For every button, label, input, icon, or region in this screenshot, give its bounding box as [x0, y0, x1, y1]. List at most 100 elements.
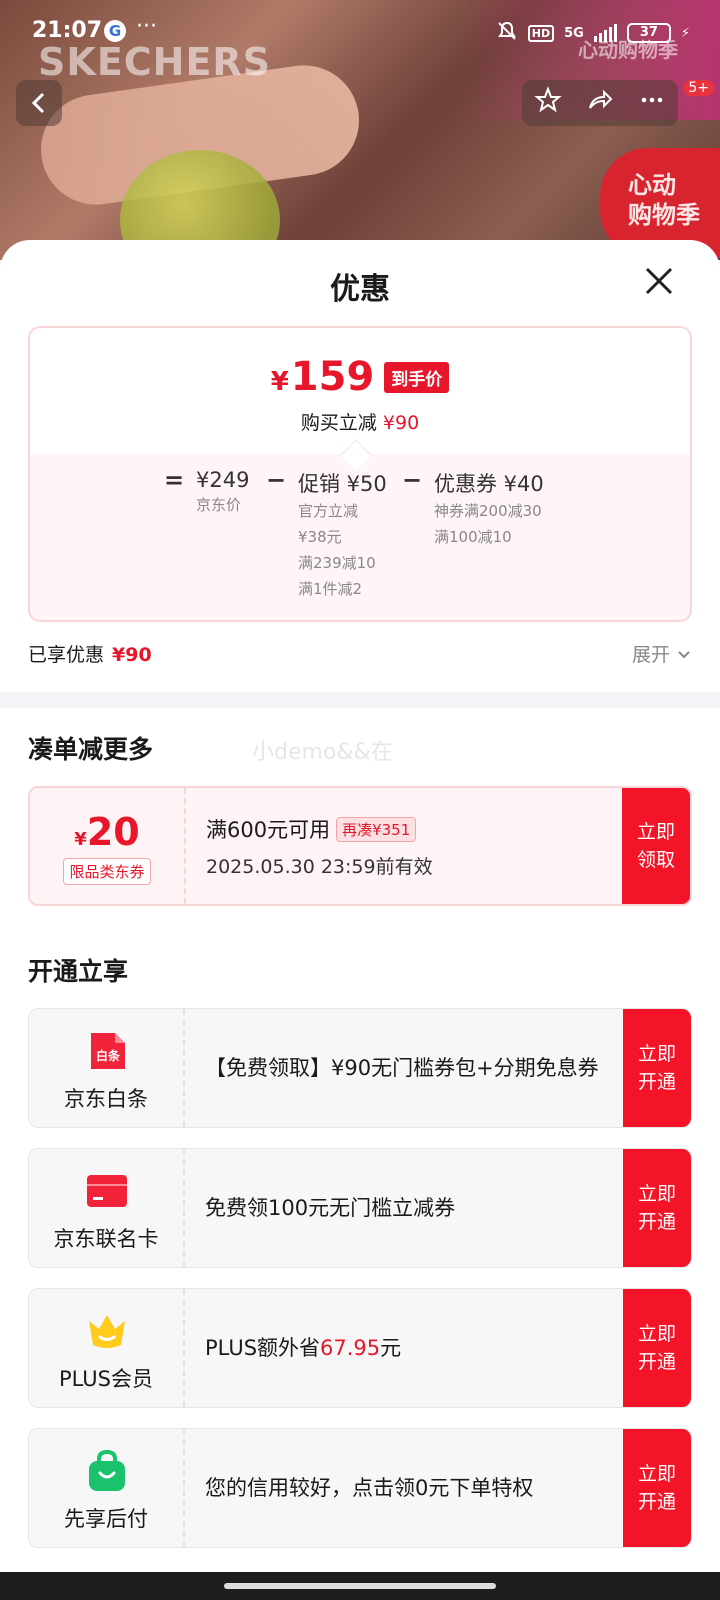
navigation-bar — [0, 1572, 720, 1600]
price-calc-area: = ¥249 京东价 − 促销 ¥50 官方立减 ¥38元 满239减10 满1… — [30, 454, 690, 620]
top-action-group — [522, 80, 678, 126]
coupon-info: 满600元可用 再凑¥351 2025.05.30 23:59前有效 — [206, 814, 433, 879]
open-button-label: 立即 开通 — [637, 1183, 676, 1233]
coupon-condition: 满600元可用 — [206, 818, 331, 842]
jd-price-block: ¥249 京东价 — [196, 468, 249, 518]
favorite-button[interactable] — [522, 86, 574, 120]
coupon-validity: 2025.05.30 23:59前有效 — [206, 856, 433, 878]
watermark-text: 小demo&&在 — [252, 740, 393, 765]
card-left: 先享后付 — [29, 1429, 185, 1547]
enjoyed-amount: ¥90 — [112, 644, 152, 666]
final-price-value: 159 — [290, 354, 375, 400]
coupon-detail: 神券满200减30 — [434, 502, 542, 520]
add-more-badge: 再凑¥351 — [336, 817, 417, 842]
close-icon[interactable] — [642, 264, 676, 298]
card-description: 您的信用较好，点击领0元下单特权 — [205, 1476, 534, 1500]
coupon-currency: ¥ — [74, 829, 87, 850]
promo-detail: 官方立减 — [298, 502, 359, 520]
equals-sign: = — [164, 466, 185, 494]
coupon-value-area: ¥20 限品类东券 — [30, 788, 186, 904]
coupon-condition-row: 满600元可用 再凑¥351 — [206, 814, 433, 844]
coupon-detail: 满100减10 — [434, 528, 512, 546]
credit-card-icon — [87, 1175, 127, 1207]
save-line: 购买立减 ¥90 — [30, 408, 690, 435]
coupon-type-badge: 限品类东券 — [63, 858, 151, 885]
enjoyed-label: 已享优惠 — [28, 644, 105, 666]
charging-icon: ⚡ — [680, 25, 690, 41]
star-icon — [534, 86, 562, 113]
card-left: PLUS会员 — [29, 1289, 185, 1407]
discount-sheet: 优惠 ¥159 到手价 购买立减 ¥90 = ¥249 京东价 − 促销 ¥50… — [0, 240, 720, 1600]
price-breakdown-card: ¥159 到手价 购买立减 ¥90 = ¥249 京东价 − 促销 ¥50 官方… — [28, 326, 692, 622]
open-button-label: 立即 开通 — [637, 1043, 676, 1093]
enjoyed-discount-row: 已享优惠 ¥90 展开 — [28, 640, 692, 667]
promo-detail: 满1件减2 — [298, 580, 363, 598]
event-watermark: 心动购物季 — [578, 38, 678, 62]
coupon-block: 优惠券 ¥40 神券满200减30 满100减10 — [434, 468, 544, 550]
promo-block: 促销 ¥50 官方立减 ¥38元 满239减10 满1件减2 — [298, 468, 387, 602]
store-coupon-card: ¥20 限品类东券 满600元可用 再凑¥351 2025.05.30 23:59… — [28, 786, 692, 906]
home-indicator[interactable] — [224, 1583, 496, 1589]
minus-sign-1: − — [266, 466, 287, 494]
shopping-bag-icon — [89, 1449, 125, 1491]
baitiao-icon: 白条 — [91, 1033, 125, 1069]
message-count-badge: 5+ — [683, 80, 714, 96]
pay-later-card: 先享后付 您的信用较好，点击领0元下单特权 立即 开通 — [28, 1428, 692, 1548]
claim-button-label: 立即 领取 — [636, 821, 675, 871]
hd-indicator: HD — [527, 24, 555, 42]
chevron-down-icon — [678, 651, 690, 659]
share-icon — [589, 89, 613, 109]
card-name: 京东联名卡 — [53, 1227, 159, 1251]
save-amount: ¥90 — [382, 412, 420, 434]
open-baitiao-button[interactable]: 立即 开通 — [623, 1009, 691, 1127]
sheet-title: 优惠 — [330, 272, 390, 307]
more-dots-icon — [641, 97, 663, 103]
final-price-tag: 到手价 — [384, 361, 450, 393]
expand-button[interactable]: 展开 — [632, 640, 692, 667]
open-button-label: 立即 开通 — [637, 1463, 676, 1513]
expand-label: 展开 — [631, 644, 670, 666]
plus-desc-suffix: 元 — [380, 1336, 402, 1360]
card-name: 京东白条 — [64, 1087, 148, 1111]
section-title-open: 开通立享 — [28, 957, 129, 986]
open-plus-button[interactable]: 立即 开通 — [623, 1289, 691, 1407]
cobrand-card-card: 京东联名卡 免费领100元无门槛立减券 立即 开通 — [28, 1148, 692, 1268]
jd-price-label: 京东价 — [196, 496, 242, 514]
coupon-amount-value: 20 — [86, 810, 140, 854]
crown-icon — [89, 1315, 125, 1348]
open-pay-later-button[interactable]: 立即 开通 — [623, 1429, 691, 1547]
mute-icon — [496, 20, 518, 46]
final-price: ¥159 — [271, 354, 375, 400]
plus-desc-prefix: PLUS额外省 — [205, 1336, 321, 1360]
share-button[interactable] — [574, 86, 626, 120]
coupon-title: 优惠券 ¥40 — [434, 472, 544, 496]
google-icon: G — [104, 20, 126, 42]
card-description: PLUS额外省 67.95 元 — [205, 1289, 615, 1407]
currency-symbol: ¥ — [270, 367, 289, 397]
more-notifications-icon: ··· — [136, 14, 157, 39]
card-name: PLUS会员 — [58, 1367, 154, 1391]
section-divider — [0, 692, 720, 708]
card-name: 先享后付 — [64, 1507, 148, 1531]
promo-badge-line2: 购物季 — [628, 201, 700, 229]
plus-save-amount: 67.95 — [320, 1336, 381, 1360]
section-title-more: 凑单减更多 — [28, 735, 154, 764]
jd-price: ¥249 — [196, 468, 250, 492]
card-description: 【免费领取】¥90无门槛券包+分期免息券 — [205, 1056, 599, 1080]
card-left: 京东联名卡 — [29, 1149, 185, 1267]
final-price-row: ¥159 到手价 — [30, 354, 690, 400]
back-button[interactable] — [16, 80, 62, 126]
minus-sign-2: − — [402, 466, 423, 494]
baitiao-icon-text: 白条 — [96, 1048, 121, 1063]
baitiao-card: 白条 京东白条 【免费领取】¥90无门槛券包+分期免息券 立即 开通 — [28, 1008, 692, 1128]
open-button-label: 立即 开通 — [637, 1323, 676, 1373]
promo-detail: 满239减10 — [298, 554, 376, 572]
coupon-amount: ¥20 — [30, 810, 184, 854]
more-button[interactable] — [626, 86, 678, 120]
promo-title: 促销 ¥50 — [298, 472, 387, 496]
promo-detail: ¥38元 — [298, 528, 342, 546]
claim-coupon-button[interactable]: 立即 领取 — [622, 788, 690, 904]
open-cobrand-card-button[interactable]: 立即 开通 — [623, 1149, 691, 1267]
card-description: 免费领100元无门槛立减券 — [205, 1196, 456, 1220]
save-text: 购买立减 — [300, 412, 377, 434]
